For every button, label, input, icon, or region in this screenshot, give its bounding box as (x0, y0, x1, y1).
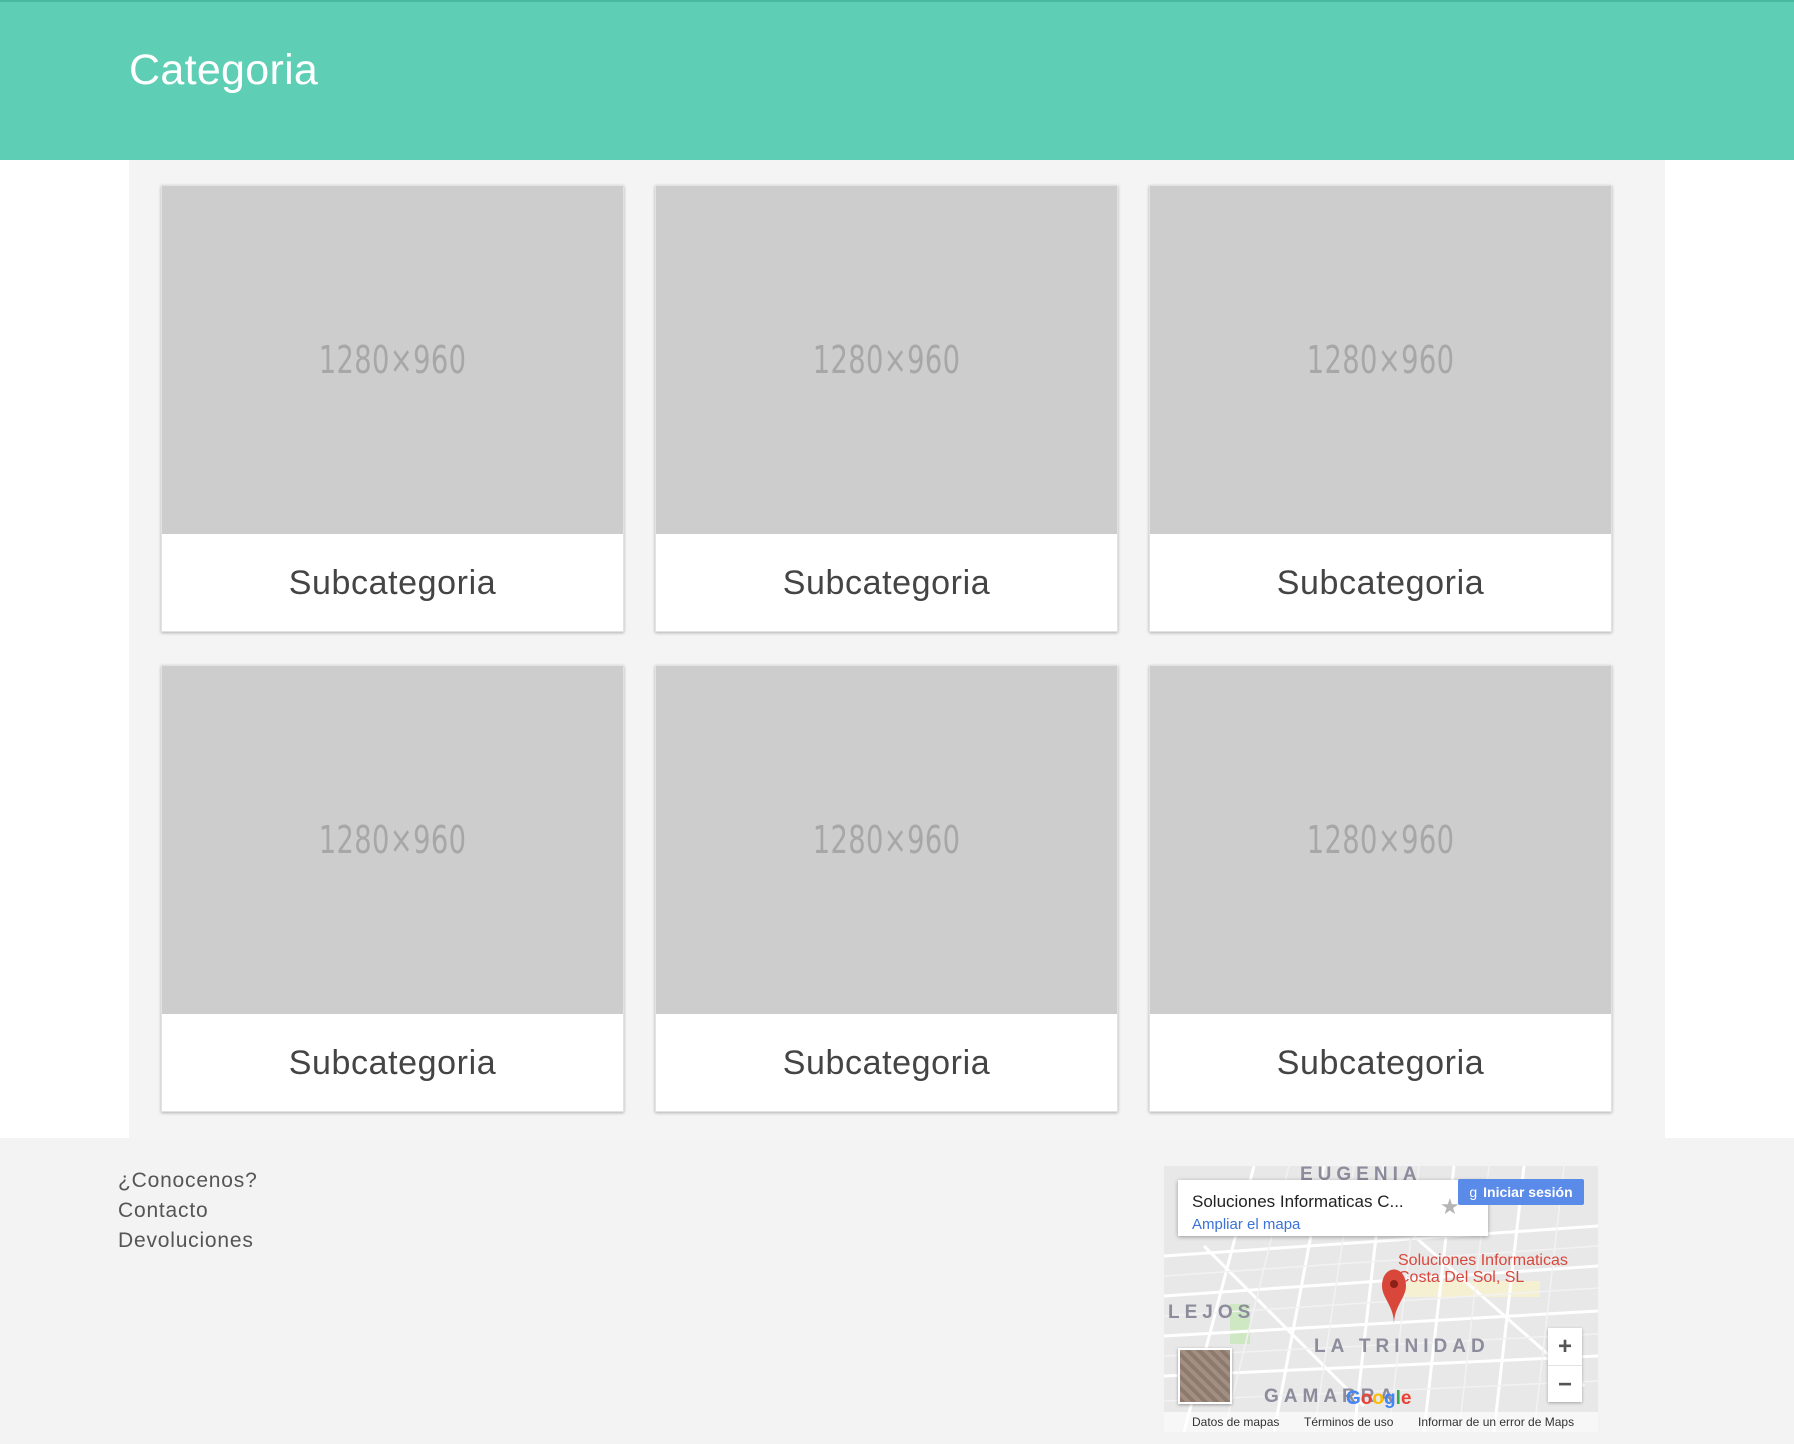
map-terms-link[interactable]: Términos de uso (1304, 1415, 1393, 1429)
pin-label-line: Soluciones Informaticas (1398, 1252, 1568, 1269)
footer-link-returns[interactable]: Devoluciones (118, 1226, 258, 1256)
image-placeholder: 1280×960 (656, 666, 1117, 1014)
map-district-label: LA TRINIDAD (1314, 1336, 1490, 1357)
page-title: Categoria (129, 46, 319, 94)
google-g-icon: g (1469, 1184, 1478, 1200)
subcategory-title: Subcategoria (782, 564, 991, 602)
placeholder-size: 1280×960 (1306, 818, 1455, 862)
subcategory-card[interactable]: 1280×960 Subcategoria (1149, 665, 1612, 1112)
subcategory-card[interactable]: 1280×960 Subcategoria (161, 665, 624, 1112)
map-data-link[interactable]: Datos de mapas (1192, 1415, 1279, 1429)
image-placeholder: 1280×960 (1150, 186, 1611, 534)
page-footer: ¿Conocenos? Contacto Devoluciones EUGENI… (0, 1138, 1794, 1444)
star-icon[interactable]: ★ (1440, 1194, 1460, 1220)
enlarge-map-link[interactable]: Ampliar el mapa (1192, 1216, 1300, 1233)
signin-button[interactable]: g Iniciar sesión (1458, 1179, 1584, 1205)
pin-label-line: Costa Del Sol, SL (1398, 1269, 1525, 1286)
subcategory-title: Subcategoria (288, 564, 497, 602)
map-district-label: LEJOS (1168, 1302, 1256, 1323)
placeholder-size: 1280×960 (318, 818, 467, 862)
footer-link-about[interactable]: ¿Conocenos? (118, 1166, 258, 1196)
subcategory-grid: 1280×960 Subcategoria 1280×960 Subcatego… (129, 160, 1665, 1138)
footer-link-contact[interactable]: Contacto (118, 1196, 258, 1226)
footer-links: ¿Conocenos? Contacto Devoluciones (118, 1166, 258, 1256)
page-header: Categoria (0, 0, 1794, 160)
google-logo: Google (1346, 1388, 1412, 1409)
place-info-card: Soluciones Informaticas C... Ampliar el … (1178, 1180, 1488, 1236)
zoom-out-button[interactable]: − (1548, 1365, 1582, 1403)
placeholder-size: 1280×960 (812, 338, 961, 382)
subcategory-card[interactable]: 1280×960 Subcategoria (161, 185, 624, 632)
zoom-in-button[interactable]: + (1548, 1328, 1582, 1365)
zoom-controls: + − (1548, 1328, 1582, 1402)
image-placeholder: 1280×960 (162, 666, 623, 1014)
subcategory-title: Subcategoria (288, 1044, 497, 1082)
subcategory-card[interactable]: 1280×960 Subcategoria (655, 665, 1118, 1112)
subcategory-card[interactable]: 1280×960 Subcategoria (655, 185, 1118, 632)
image-placeholder: 1280×960 (1150, 666, 1611, 1014)
subcategory-title: Subcategoria (782, 1044, 991, 1082)
map-report-link[interactable]: Informar de un error de Maps (1418, 1415, 1574, 1429)
subcategory-title: Subcategoria (1276, 1044, 1485, 1082)
image-placeholder: 1280×960 (656, 186, 1117, 534)
place-name: Soluciones Informaticas C... (1192, 1192, 1404, 1211)
placeholder-size: 1280×960 (318, 338, 467, 382)
placeholder-size: 1280×960 (1306, 338, 1455, 382)
pin-label: Soluciones Informaticas Costa Del Sol, S… (1398, 1252, 1568, 1286)
map-footer: Datos de mapas Términos de uso Informar … (1164, 1412, 1598, 1432)
image-placeholder: 1280×960 (162, 186, 623, 534)
subcategory-card[interactable]: 1280×960 Subcategoria (1149, 185, 1612, 632)
placeholder-size: 1280×960 (812, 818, 961, 862)
subcategory-title: Subcategoria (1276, 564, 1485, 602)
satellite-toggle[interactable] (1178, 1348, 1232, 1404)
signin-label: Iniciar sesión (1483, 1184, 1573, 1200)
embedded-map[interactable]: EUGENIA LEJOS LA TRINIDAD GAMARRA Soluci… (1164, 1166, 1598, 1432)
